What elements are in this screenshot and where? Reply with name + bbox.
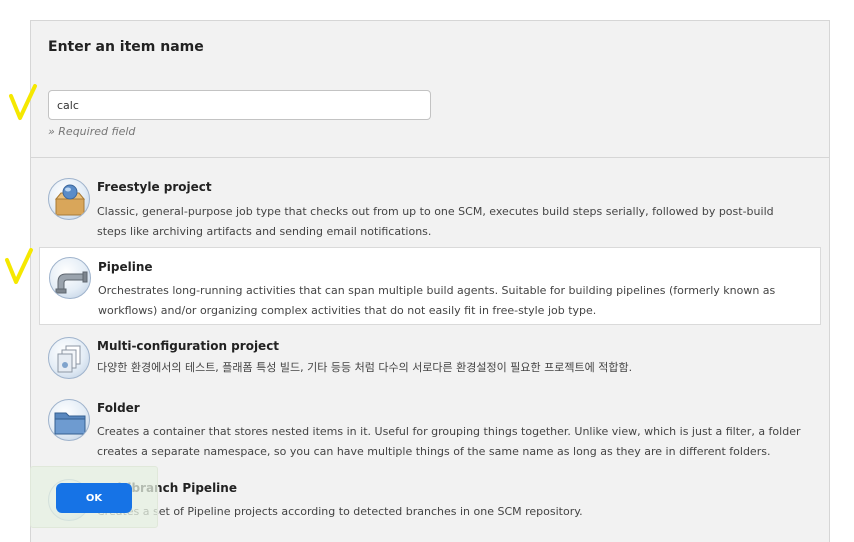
item-type-pipeline[interactable]: Pipeline Orchestrates long-running activ… [39, 247, 821, 325]
ok-button[interactable]: OK [56, 483, 132, 513]
item-name: Pipeline [98, 260, 153, 274]
item-description: Orchestrates long-running activities tha… [98, 284, 776, 317]
annotation-checkmark-icon [9, 84, 37, 120]
item-name-section: Enter an item name » Required field [31, 21, 829, 158]
required-field-hint: » Required field [48, 125, 136, 138]
item-description: Creates a container that stores nested i… [97, 425, 801, 458]
page-title: Enter an item name [48, 39, 204, 55]
item-name-input[interactable] [48, 90, 431, 120]
new-item-panel: Enter an item name » Required field Free… [30, 20, 830, 542]
item-type-freestyle[interactable]: Freestyle project Classic, general-purpo… [31, 169, 829, 245]
item-description: Creates a set of Pipeline projects accor… [97, 505, 583, 518]
item-name: Multi-configuration project [97, 339, 280, 353]
item-type-multi-configuration[interactable]: Multi-configuration project 다양한 환경에서의 테스… [31, 329, 829, 387]
folder-icon [48, 399, 90, 441]
item-name: Freestyle project [97, 180, 212, 194]
annotation-checkmark-icon [5, 248, 33, 284]
multi-config-icon [48, 337, 90, 379]
pipeline-pipe-icon [49, 257, 91, 299]
item-description: Classic, general-purpose job type that c… [97, 205, 774, 238]
freestyle-box-icon [48, 178, 90, 220]
item-type-folder[interactable]: Folder Creates a container that stores n… [31, 391, 829, 467]
item-description: 다양한 환경에서의 테스트, 플래폼 특성 빌드, 기타 등등 처럼 다수의 서… [97, 361, 633, 374]
item-name: Folder [97, 401, 140, 415]
